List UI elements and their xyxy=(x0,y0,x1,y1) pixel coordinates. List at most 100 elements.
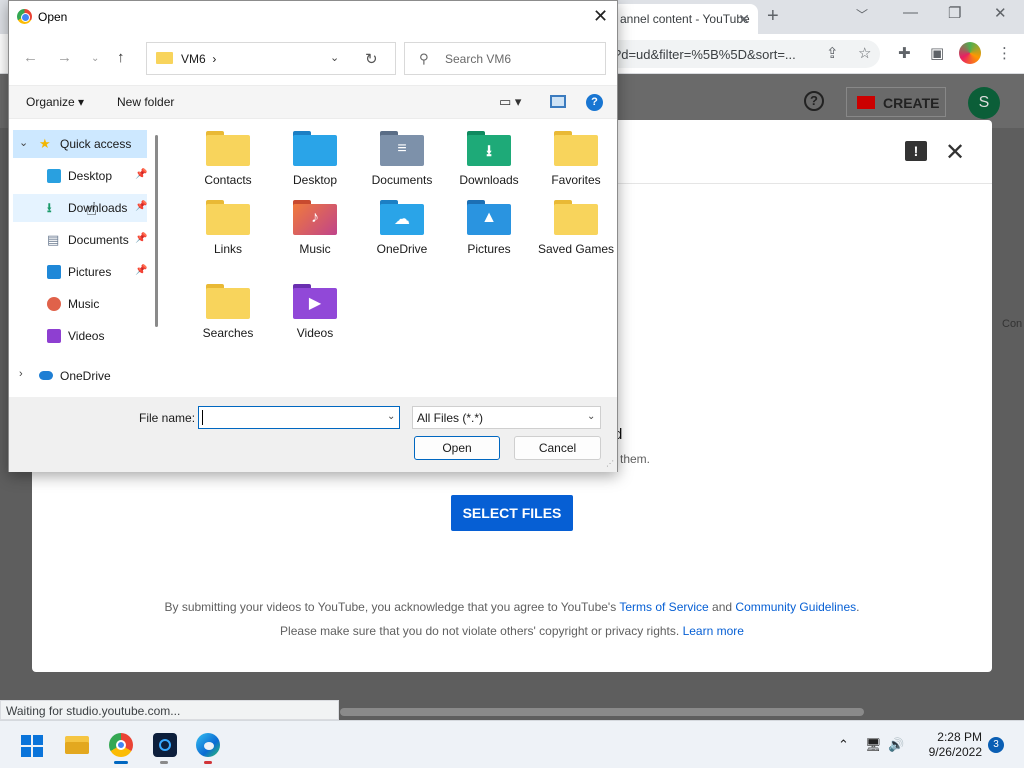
search-input[interactable]: ⚲ Search VM6 xyxy=(404,42,606,75)
nav-item-desktop[interactable]: Desktop 📌 xyxy=(13,162,147,190)
folder-item-searches[interactable]: Searches xyxy=(188,284,268,341)
open-button[interactable]: Open xyxy=(414,436,500,460)
volume-icon[interactable]: 🔊 xyxy=(888,737,904,753)
tab-search-icon[interactable]: ﹀ xyxy=(856,6,868,23)
edge-taskbar-icon[interactable] xyxy=(196,733,220,757)
share-icon[interactable]: ⇪ xyxy=(826,44,839,62)
feedback-icon[interactable]: ! xyxy=(905,141,927,161)
notification-badge[interactable]: 3 xyxy=(988,737,1004,753)
refresh-icon[interactable]: ↻ xyxy=(365,50,378,68)
file-explorer-icon[interactable] xyxy=(65,733,89,757)
breadcrumb-path[interactable]: VM6 xyxy=(181,52,206,66)
app-taskbar-icon[interactable] xyxy=(153,733,177,757)
minimize-icon[interactable]: — xyxy=(903,4,918,21)
terms-prefix: By submitting your videos to YouTube, yo… xyxy=(164,600,617,614)
nav-item-quick-access[interactable]: ⌄ ★ Quick access xyxy=(13,130,147,158)
restore-icon[interactable]: ❐ xyxy=(948,4,961,22)
up-arrow-icon[interactable]: ↑ xyxy=(117,49,125,66)
tab-close-icon[interactable]: ✕ xyxy=(738,11,750,28)
nav-item-videos[interactable]: Videos xyxy=(13,322,147,350)
folder-item-contacts[interactable]: Contacts xyxy=(188,131,268,188)
side-panel-icon[interactable]: ▣ xyxy=(930,44,944,62)
organize-menu[interactable]: Organize ▾ xyxy=(26,95,84,109)
nav-scrollbar[interactable] xyxy=(155,135,158,327)
expand-chevron-icon[interactable]: ⌄ xyxy=(19,136,28,149)
create-label: CREATE xyxy=(883,95,940,111)
nav-item-pictures[interactable]: Pictures 📌 xyxy=(13,258,147,286)
folder-item-links[interactable]: Links xyxy=(188,200,268,257)
view-options-icon[interactable]: ▭ ▾ xyxy=(499,94,521,110)
nav-item-onedrive[interactable]: › OneDrive xyxy=(13,362,147,390)
preview-pane-icon[interactable] xyxy=(550,95,566,108)
window-close-icon[interactable]: ✕ xyxy=(994,4,1007,22)
resize-grip-icon[interactable]: ⋰ xyxy=(606,459,614,468)
dialog-titlebar[interactable]: Open ✕ xyxy=(9,1,617,33)
profile-avatar[interactable] xyxy=(959,42,981,64)
nav-label: Desktop xyxy=(68,169,113,183)
clock-time: 2:28 PM xyxy=(937,730,982,744)
recent-locations-icon[interactable]: ⌄ xyxy=(91,53,99,64)
rights-sentence: Please make sure that you do not violate… xyxy=(280,624,680,638)
downloads-folder-icon: ⭳ xyxy=(467,131,511,167)
file-name-input[interactable]: ⌄ xyxy=(198,406,400,429)
item-label: Links xyxy=(213,242,242,256)
forward-arrow-icon[interactable]: → xyxy=(57,49,72,66)
folder-item-desktop[interactable]: Desktop xyxy=(275,131,355,188)
folder-item-favorites[interactable]: Favorites xyxy=(536,131,616,188)
help-icon[interactable]: ? xyxy=(804,91,824,111)
modal-close-icon[interactable]: ✕ xyxy=(945,138,965,167)
nav-label: Music xyxy=(68,297,100,311)
bookmark-star-icon[interactable]: ☆ xyxy=(858,44,871,62)
create-button[interactable]: CREATE xyxy=(846,87,946,117)
path-dropdown-icon[interactable]: ⌄ xyxy=(330,51,339,64)
running-indicator xyxy=(160,761,168,764)
system-clock[interactable]: 2:28 PM 9/26/2022 xyxy=(916,730,982,760)
nav-item-downloads[interactable]: ⭳ Downloads 📌 xyxy=(13,194,147,222)
file-list: Contacts Desktop ≡ Documents ⭳ Downloads… xyxy=(165,119,617,397)
folder-item-pictures[interactable]: ▲ Pictures xyxy=(449,200,529,257)
dialog-close-icon[interactable]: ✕ xyxy=(593,6,608,27)
start-button-icon[interactable] xyxy=(21,735,43,757)
cancel-button[interactable]: Cancel xyxy=(514,436,601,460)
file-name-dropdown-icon[interactable]: ⌄ xyxy=(387,411,395,422)
nav-item-documents[interactable]: ▤ Documents 📌 xyxy=(13,226,147,254)
learn-more-link[interactable]: Learn more xyxy=(683,624,744,638)
folder-item-saved-games[interactable]: Saved Games xyxy=(536,200,616,257)
folder-item-documents[interactable]: ≡ Documents xyxy=(362,131,442,188)
file-type-dropdown-icon[interactable]: ⌄ xyxy=(587,411,595,422)
nav-label: OneDrive xyxy=(60,369,111,383)
folder-icon xyxy=(156,52,173,64)
pictures-icon xyxy=(47,265,61,279)
folder-item-onedrive[interactable]: ☁ OneDrive xyxy=(362,200,442,257)
chrome-taskbar-icon[interactable] xyxy=(109,733,133,757)
show-hidden-icons-chevron-icon[interactable]: ⌃ xyxy=(838,737,849,753)
nav-label: Pictures xyxy=(68,265,112,279)
folder-item-downloads[interactable]: ⭳ Downloads xyxy=(449,131,529,188)
desktop-icon xyxy=(47,169,61,183)
help-icon[interactable]: ? xyxy=(586,94,603,111)
folder-item-music[interactable]: ♪ Music xyxy=(275,200,355,257)
new-tab-icon[interactable]: + xyxy=(767,5,779,28)
nav-item-music[interactable]: Music xyxy=(13,290,147,318)
browser-tab[interactable]: annel content - YouTube ✕ xyxy=(612,4,758,34)
chrome-menu-icon[interactable]: ⋮ xyxy=(997,44,1012,62)
folder-item-videos[interactable]: ▶ Videos xyxy=(275,284,355,341)
terms-of-service-link[interactable]: Terms of Service xyxy=(619,600,708,614)
extensions-icon[interactable]: ✚ xyxy=(898,44,911,62)
expand-chevron-icon[interactable]: › xyxy=(19,368,23,380)
network-icon[interactable]: 🖥 xyxy=(865,737,882,753)
horizontal-scrollbar[interactable] xyxy=(340,708,864,716)
pin-icon[interactable]: 📌 xyxy=(135,201,147,212)
select-files-button[interactable]: SELECT FILES xyxy=(451,495,573,531)
pin-icon[interactable]: 📌 xyxy=(135,169,147,180)
search-placeholder: Search VM6 xyxy=(445,52,512,66)
new-folder-button[interactable]: New folder xyxy=(117,95,174,109)
pin-icon[interactable]: 📌 xyxy=(135,233,147,244)
channel-avatar[interactable]: S xyxy=(968,87,1000,119)
back-arrow-icon[interactable]: ← xyxy=(23,49,38,66)
item-label: Downloads xyxy=(459,173,519,187)
file-type-select[interactable]: All Files (*.*) ⌄ xyxy=(412,406,601,429)
folder-path-bar[interactable]: VM6 › ⌄ ↻ xyxy=(146,42,396,75)
community-guidelines-link[interactable]: Community Guidelines xyxy=(735,600,856,614)
pin-icon[interactable]: 📌 xyxy=(135,265,147,276)
